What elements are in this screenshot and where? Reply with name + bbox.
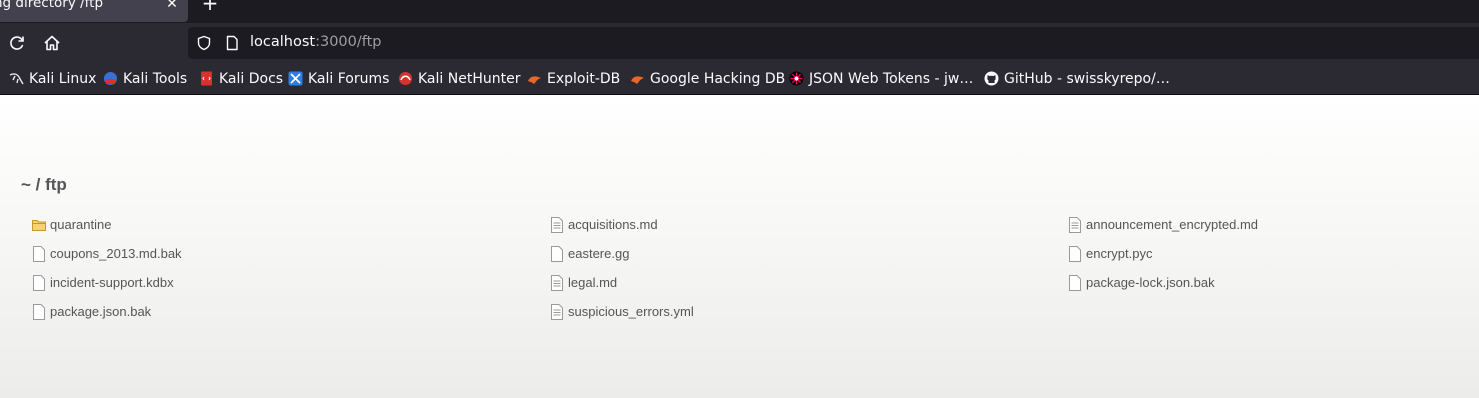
text-file-icon <box>549 275 565 291</box>
bookmark-label: GitHub - swisskyrepo/… <box>1004 71 1170 87</box>
page-title: ~ / ftp <box>21 175 67 195</box>
file-icon <box>31 246 47 262</box>
jwt-icon <box>789 71 804 86</box>
bookmark-kali-tools[interactable]: Kali Tools <box>103 69 187 89</box>
tab-title: ng directory /ftp <box>0 0 104 11</box>
bookmark-label: Exploit-DB <box>547 71 621 87</box>
text-file-icon <box>549 217 565 233</box>
url-text[interactable]: localhost:3000/ftp <box>250 34 382 50</box>
file-icon <box>1067 275 1083 291</box>
active-tab[interactable]: ng directory /ftp ✕ <box>0 0 188 22</box>
bookmark-kali-linux[interactable]: Kali Linux <box>9 69 96 89</box>
file-link-eastere[interactable]: eastere.gg <box>549 244 629 264</box>
file-name: incident-support.kdbx <box>50 275 174 290</box>
file-name: coupons_2013.md.bak <box>50 246 182 261</box>
url-path: :3000/ftp <box>315 34 382 50</box>
tab-strip: ng directory /ftp ✕ + <box>0 0 1479 23</box>
url-host: localhost <box>250 34 316 50</box>
text-file-icon <box>549 304 565 320</box>
file-icon <box>1067 246 1083 262</box>
exploit-db-icon <box>527 71 542 86</box>
new-tab-icon[interactable]: + <box>200 0 220 13</box>
file-icon <box>549 246 565 262</box>
file-link-legal[interactable]: legal.md <box>549 273 617 293</box>
kali-docs-icon <box>199 71 214 86</box>
home-icon[interactable] <box>41 32 63 54</box>
file-link-incident-support[interactable]: incident-support.kdbx <box>31 273 174 293</box>
ghdb-icon <box>630 71 645 86</box>
kali-tools-icon <box>103 71 118 86</box>
bookmark-label: Kali Tools <box>123 71 188 87</box>
file-icon <box>31 304 47 320</box>
file-name: encrypt.pyc <box>1086 246 1153 261</box>
github-icon <box>984 71 999 86</box>
file-name: acquisitions.md <box>568 217 658 232</box>
kali-nethunter-icon <box>398 71 413 86</box>
page-info-icon[interactable] <box>224 35 240 51</box>
breadcrumb-home-link[interactable]: ~ <box>21 175 31 194</box>
reload-icon[interactable] <box>6 32 28 54</box>
file-link-coupons[interactable]: coupons_2013.md.bak <box>31 244 182 264</box>
bookmarks-toolbar: Kali Linux Kali Tools Kali Docs Kali For… <box>0 63 1479 95</box>
file-link-suspicious-errors[interactable]: suspicious_errors.yml <box>549 302 694 322</box>
file-name: eastere.gg <box>568 246 630 261</box>
page-content: ~ / ftp quarantine coupons_2013.md.bak i… <box>0 95 1479 398</box>
file-name: quarantine <box>50 217 112 232</box>
bookmark-json-web-tokens[interactable]: JSON Web Tokens - jw… <box>789 69 973 89</box>
bookmark-label: JSON Web Tokens - jw… <box>809 71 974 87</box>
bookmark-kali-docs[interactable]: Kali Docs <box>199 69 283 89</box>
folder-icon <box>31 217 47 233</box>
file-icon <box>31 275 47 291</box>
kali-forums-icon <box>288 71 303 86</box>
kali-dragon-icon <box>9 71 24 86</box>
file-link-quarantine[interactable]: quarantine <box>31 215 111 235</box>
bookmark-label: Kali Forums <box>308 71 390 87</box>
file-name: package-lock.json.bak <box>1086 275 1215 290</box>
bookmark-label: Google Hacking DB <box>650 71 786 87</box>
breadcrumb-ftp-link[interactable]: ftp <box>45 175 67 194</box>
bookmark-label: Kali Linux <box>29 71 97 87</box>
bookmark-kali-nethunter[interactable]: Kali NetHunter <box>398 69 520 89</box>
bookmark-kali-forums[interactable]: Kali Forums <box>288 69 389 89</box>
file-name: legal.md <box>568 275 618 290</box>
file-link-encrypt-pyc[interactable]: encrypt.pyc <box>1067 244 1152 264</box>
close-tab-icon[interactable]: ✕ <box>164 0 180 12</box>
navigation-bar: localhost:3000/ftp <box>0 23 1479 63</box>
text-file-icon <box>1067 217 1083 233</box>
file-link-package-json[interactable]: package.json.bak <box>31 302 151 322</box>
file-link-acquisitions[interactable]: acquisitions.md <box>549 215 658 235</box>
file-name: suspicious_errors.yml <box>568 304 694 319</box>
file-link-announcement-encrypted[interactable]: announcement_encrypted.md <box>1067 215 1258 235</box>
breadcrumb-separator: / <box>30 175 46 194</box>
file-name: announcement_encrypted.md <box>1086 217 1259 232</box>
bookmark-label: Kali NetHunter <box>418 71 521 87</box>
url-bar[interactable]: localhost:3000/ftp <box>188 27 1479 59</box>
file-link-package-lock[interactable]: package-lock.json.bak <box>1067 273 1215 293</box>
file-name: package.json.bak <box>50 304 152 319</box>
bookmark-exploit-db[interactable]: Exploit-DB <box>527 69 620 89</box>
bookmark-label: Kali Docs <box>219 71 284 87</box>
bookmark-google-hacking-db[interactable]: Google Hacking DB <box>630 69 785 89</box>
tracking-protection-shield-icon[interactable] <box>196 35 212 51</box>
bookmark-github[interactable]: GitHub - swisskyrepo/… <box>984 69 1170 89</box>
